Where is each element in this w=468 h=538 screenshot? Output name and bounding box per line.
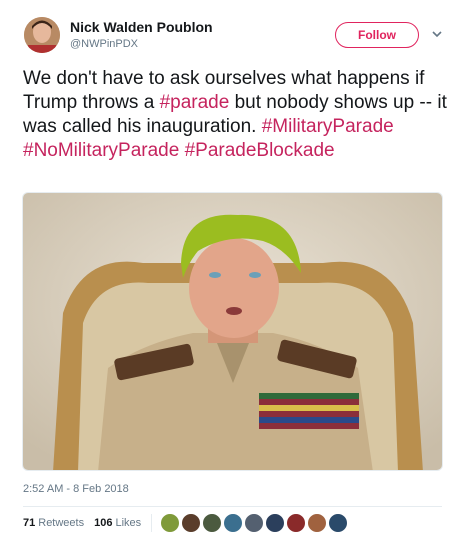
tweet-timestamp[interactable]: 2:52 AM - 8 Feb 2018 — [23, 483, 129, 495]
photo-image — [23, 193, 442, 470]
hashtag-link[interactable]: #parade — [160, 92, 230, 113]
liker-avatar[interactable] — [223, 513, 244, 533]
liker-avatar[interactable] — [286, 513, 307, 533]
user-handle[interactable]: @NWPinPDX — [70, 38, 138, 50]
liker-avatar[interactable] — [307, 513, 328, 533]
tweet-photo[interactable] — [22, 192, 443, 471]
liker-avatar[interactable] — [160, 513, 181, 533]
liker-avatar[interactable] — [265, 513, 286, 533]
likes-label: Likes — [115, 517, 142, 529]
likes-stat[interactable]: 106 Likes — [94, 517, 141, 529]
liker-avatar[interactable] — [202, 513, 223, 533]
retweets-stat[interactable]: 71 Retweets — [23, 517, 84, 529]
avatar-image — [24, 17, 60, 53]
tweet-stats: 71 Retweets 106 Likes — [23, 513, 349, 533]
liker-avatar[interactable] — [181, 513, 202, 533]
retweets-label: Retweets — [38, 517, 85, 529]
avatar[interactable] — [24, 17, 60, 53]
hashtag-link[interactable]: #NoMilitaryParade — [23, 140, 179, 161]
divider — [151, 514, 153, 532]
divider — [23, 506, 442, 507]
user-display-name[interactable]: Nick Walden Poublon — [70, 19, 213, 35]
likes-count: 106 — [94, 517, 113, 529]
hashtag-link[interactable]: #MilitaryParade — [262, 116, 394, 137]
follow-button[interactable]: Follow — [335, 22, 419, 48]
chevron-down-icon[interactable] — [430, 27, 444, 41]
liker-avatar[interactable] — [244, 513, 265, 533]
liker-avatars — [160, 513, 349, 533]
tweet-card: Nick Walden Poublon @NWPinPDX Follow We … — [0, 0, 468, 538]
liker-avatar[interactable] — [328, 513, 349, 533]
tweet-text: We don't have to ask ourselves what happ… — [23, 67, 448, 163]
hashtag-link[interactable]: #ParadeBlockade — [185, 140, 335, 161]
retweets-count: 71 — [23, 517, 36, 529]
